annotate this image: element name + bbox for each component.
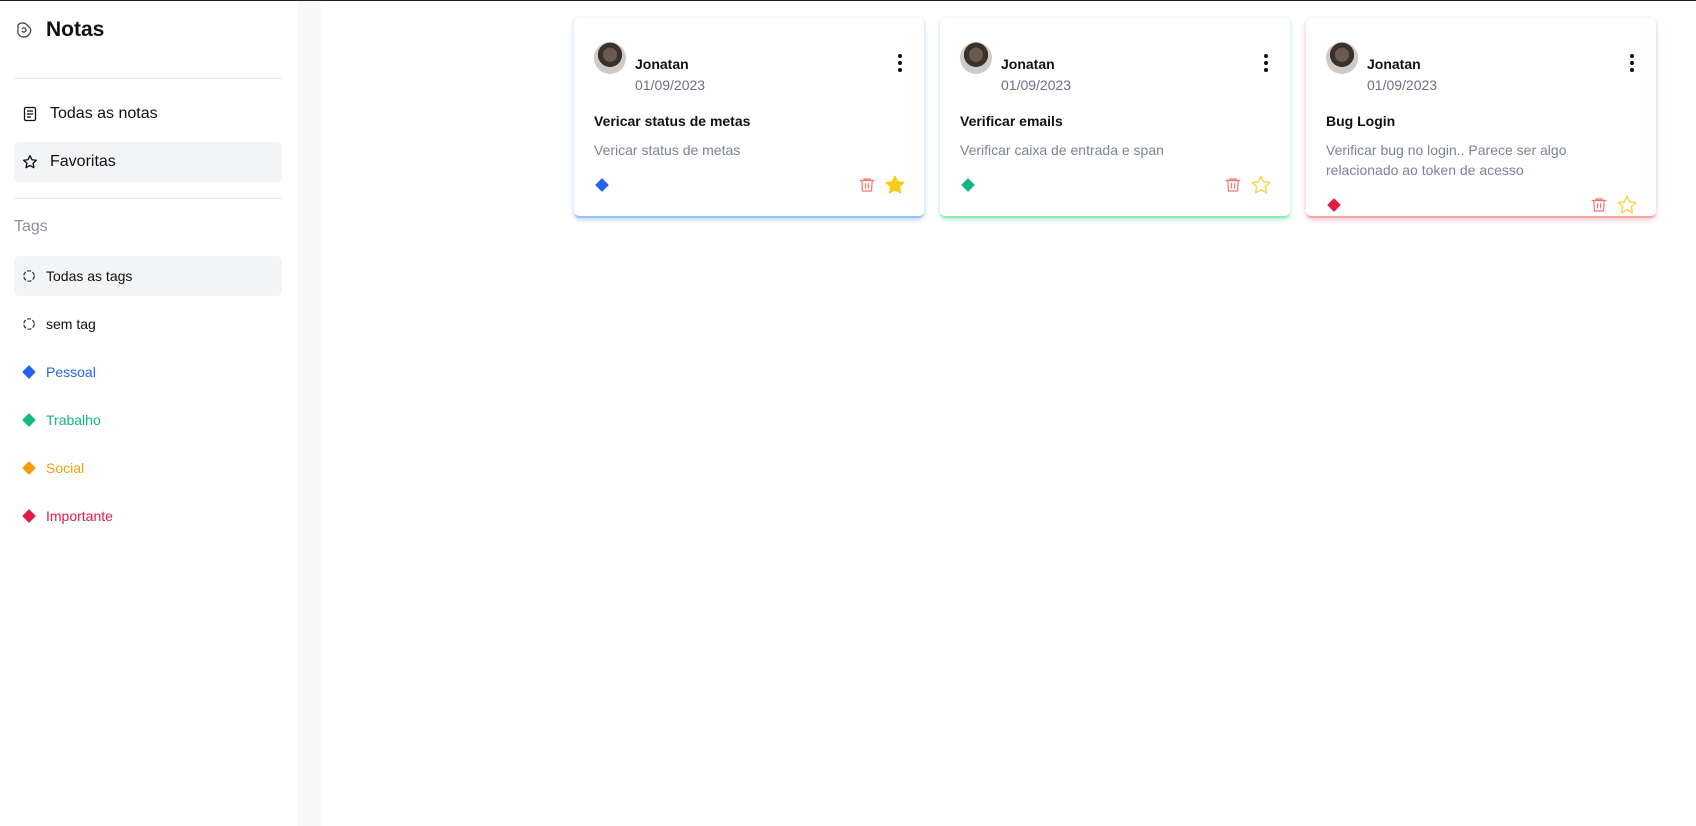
more-options-icon[interactable] [896,54,904,72]
note-description: Verificar bug no login.. Parece ser algo… [1326,142,1567,178]
tag-item-label: Importante [46,508,113,524]
nav-favorites[interactable]: Favoritas [14,142,282,182]
favorite-star-icon[interactable] [1616,194,1638,216]
tag-item[interactable]: Social [14,448,282,488]
tag-item[interactable]: Importante [14,496,282,536]
sidebar: Notas Todas as notas Favoritas Tags Toda… [0,1,297,826]
trash-icon[interactable] [858,176,876,194]
star-icon [22,154,38,170]
note-author: Jonatan [635,56,689,72]
nav-all-notes-label: Todas as notas [50,105,158,122]
note-description: Vericar status de metas [594,142,741,158]
favorite-star-icon[interactable] [1250,174,1272,196]
note-title: Vericar status de metas [594,113,751,129]
avatar [1326,42,1358,74]
avatar [594,42,626,74]
notes-logo-icon [14,20,34,40]
tag-diamond-icon [595,178,609,192]
note-title: Bug Login [1326,113,1396,129]
note-card[interactable]: Jonatan 01/09/2023 Vericar status de metas… [574,18,924,218]
tag-item-label: Social [46,460,85,476]
favorite-star-icon[interactable] [884,174,906,196]
note-date: 01/09/2023 [635,77,706,93]
dashed-circle-icon [22,269,36,283]
trash-icon[interactable] [1590,196,1608,214]
divider [14,198,282,199]
avatar [960,42,992,74]
tag-diamond-icon [1327,198,1341,212]
note-description: Verificar caixa de entrada e span [960,142,1164,158]
tag-item-label: sem tag [46,316,96,332]
diamond-icon [22,461,36,475]
more-options-icon[interactable] [1628,54,1636,72]
tag-item[interactable]: Todas as tags [14,256,282,296]
tag-item-label: Pessoal [46,364,96,380]
dashed-circle-icon [22,317,36,331]
note-list-icon [22,106,38,122]
note-card[interactable]: Jonatan 01/09/2023 Bug Login Verificar bug … [1306,18,1656,218]
note-author: Jonatan [1367,56,1421,72]
content-gutter [297,1,321,826]
note-author: Jonatan [1001,56,1055,72]
note-title: Verificar emails [960,113,1063,129]
note-date: 01/09/2023 [1001,77,1072,93]
note-date: 01/09/2023 [1367,77,1438,93]
tag-diamond-icon [961,178,975,192]
app-title: Notas [46,18,105,41]
diamond-icon [22,509,36,523]
tag-item[interactable]: sem tag [14,304,282,344]
diamond-icon [22,413,36,427]
tag-item[interactable]: Pessoal [14,352,282,392]
tag-item-label: Todas as tags [46,268,133,284]
tag-item[interactable]: Trabalho [14,400,282,440]
tags-heading: Tags [14,218,48,235]
tag-item-label: Trabalho [46,412,101,428]
app-brand[interactable]: Notas [14,18,104,42]
nav-favorites-label: Favoritas [50,153,116,170]
more-options-icon[interactable] [1262,54,1270,72]
diamond-icon [22,365,36,379]
note-card[interactable]: Jonatan 01/09/2023 Verificar emails Verific… [940,18,1290,218]
nav-all-notes[interactable]: Todas as notas [14,94,282,134]
divider [14,78,282,79]
trash-icon[interactable] [1224,176,1242,194]
